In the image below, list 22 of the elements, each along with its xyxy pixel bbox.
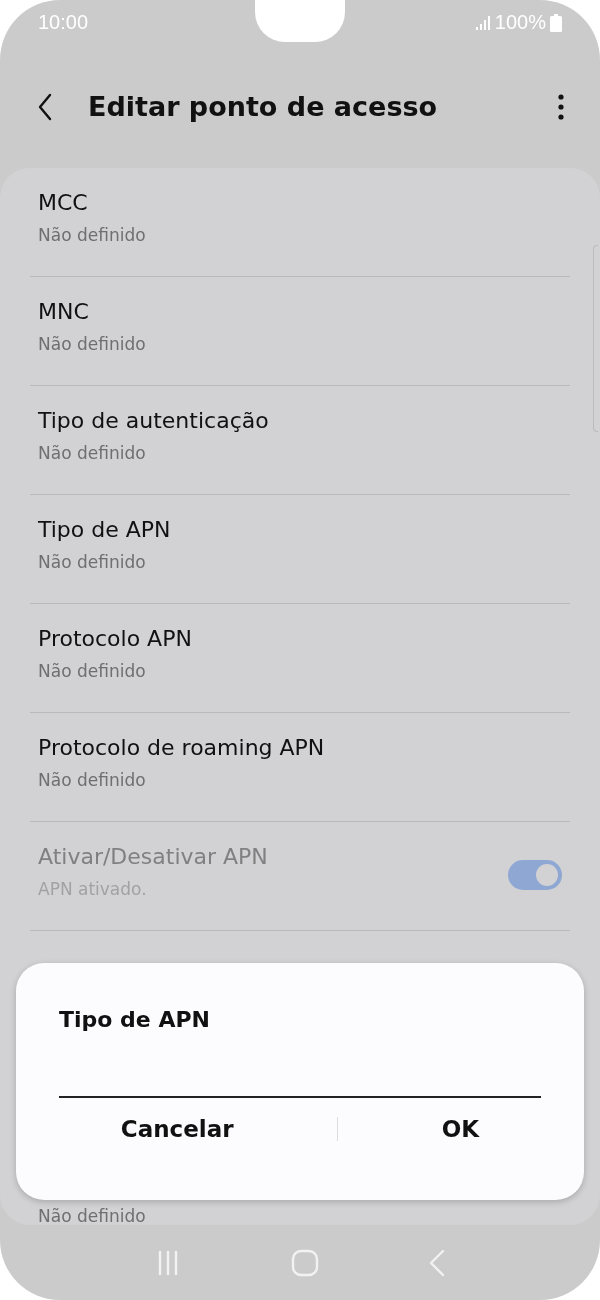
setting-title[interactable]: Protocolo de roaming APN	[38, 733, 325, 763]
setting-value: Não definido	[38, 224, 146, 247]
setting-value: Não definido	[38, 1205, 146, 1225]
setting-title[interactable]: Tipo de autenticação	[38, 406, 269, 436]
setting-value: Não definido	[38, 660, 146, 683]
setting-title[interactable]: MNC	[38, 297, 89, 327]
signal-icon	[474, 14, 491, 31]
setting-value: Não definido	[38, 442, 146, 465]
setting-title[interactable]: MCC	[38, 188, 88, 218]
setting-value: Não definido	[38, 333, 146, 356]
page-title: Editar ponto de acesso	[88, 91, 439, 122]
back-nav-icon[interactable]	[429, 1248, 445, 1277]
dialog-title: Tipo de APN	[59, 1007, 210, 1032]
dialog-button[interactable]: Cancelar	[100, 1108, 254, 1150]
setting-title[interactable]: Protocolo APN	[38, 624, 192, 654]
setting-title[interactable]: Tipo de APN	[38, 515, 171, 545]
battery-icon	[550, 13, 562, 32]
dialog-button[interactable]: OK	[421, 1108, 500, 1150]
home-icon[interactable]	[291, 1248, 319, 1277]
setting-value: Não definido	[38, 551, 146, 574]
toggle-switch[interactable]	[508, 860, 562, 890]
setting-value: Não definido	[38, 769, 146, 792]
